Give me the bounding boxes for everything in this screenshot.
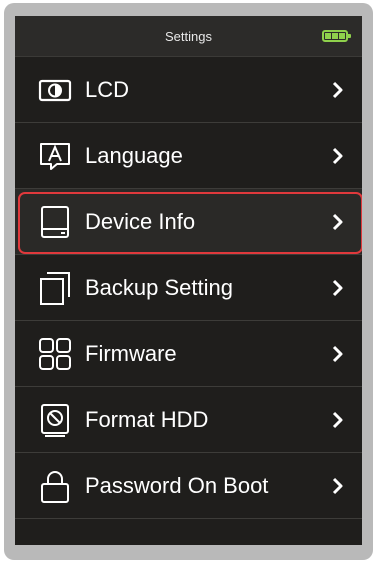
- menu-item-label: LCD: [85, 76, 130, 102]
- chevron-right-icon: [330, 476, 344, 496]
- chevron-right-icon: [330, 212, 344, 232]
- menu-item-language[interactable]: Language: [15, 123, 362, 189]
- padlock-icon: [37, 468, 73, 504]
- page-title: Settings: [165, 29, 212, 44]
- menu-item-label: Password On Boot: [85, 472, 269, 498]
- menu-item-label: Firmware: [85, 340, 177, 366]
- chevron-right-icon: [330, 410, 344, 430]
- menu-item-label: Language: [85, 142, 183, 168]
- title-bar: Settings: [15, 16, 362, 57]
- menu-item-format-hdd[interactable]: Format HDD: [15, 387, 362, 453]
- chevron-right-icon: [330, 80, 344, 100]
- firmware-grid-icon: [37, 336, 73, 372]
- device-icon: [37, 204, 73, 240]
- menu-item-backup-setting[interactable]: Backup Setting: [15, 255, 362, 321]
- menu-item-label: Backup Setting: [85, 274, 233, 300]
- display-brightness-icon: [37, 72, 73, 108]
- menu-item-password-on-boot[interactable]: Password On Boot: [15, 453, 362, 519]
- battery-full-icon: [322, 30, 351, 42]
- backup-copy-icon: [37, 270, 73, 306]
- chevron-right-icon: [330, 344, 344, 364]
- menu-item-label: Device Info: [85, 208, 196, 234]
- language-a-icon: [37, 138, 73, 174]
- menu-item-label: Format HDD: [85, 406, 209, 432]
- chevron-right-icon: [330, 278, 344, 298]
- menu-item-lcd[interactable]: LCD: [15, 57, 362, 123]
- menu-item-firmware[interactable]: Firmware: [15, 321, 362, 387]
- chevron-right-icon: [330, 146, 344, 166]
- settings-screen: Settings LCD Language Device Info Backup…: [15, 16, 362, 545]
- menu-item-device-info[interactable]: Device Info: [15, 189, 362, 255]
- format-hdd-icon: [37, 402, 73, 438]
- device-frame: Settings LCD Language Device Info Backup…: [4, 3, 373, 560]
